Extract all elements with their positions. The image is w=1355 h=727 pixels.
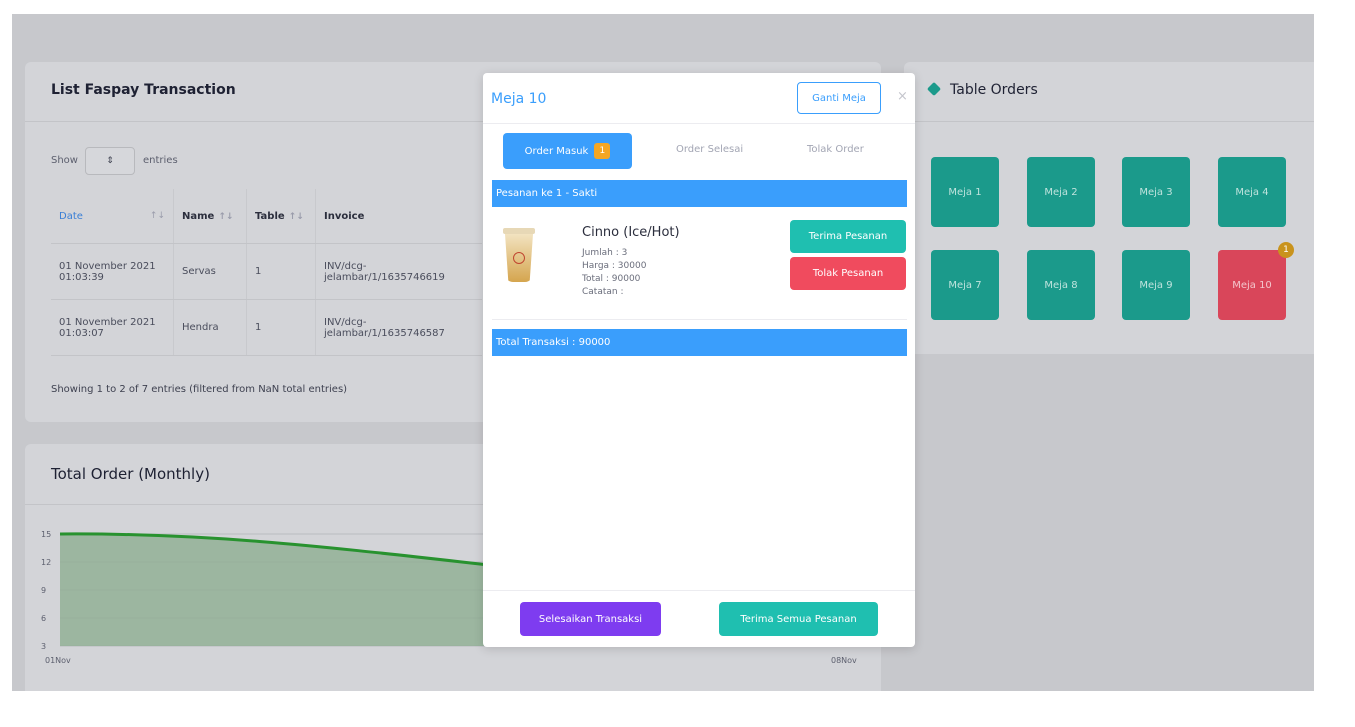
modal-title: Meja 10 bbox=[491, 91, 547, 107]
item-price: Harga : 30000 bbox=[582, 261, 647, 271]
table-tile-meja-4[interactable]: Meja 4 bbox=[1218, 157, 1286, 227]
table-tile-meja-2[interactable]: Meja 2 bbox=[1027, 157, 1095, 227]
column-name[interactable]: Name ↑↓ bbox=[173, 189, 247, 244]
cell-name: Servas bbox=[173, 243, 247, 300]
cell-table: 1 bbox=[246, 243, 316, 300]
y-tick-label: 6 bbox=[41, 614, 46, 623]
x-tick-label: 08Nov bbox=[831, 656, 857, 665]
column-invoice[interactable]: Invoice bbox=[315, 189, 482, 244]
table-row[interactable]: 01 November 2021 01:03:07 Hendra 1 INV/dc… bbox=[51, 299, 482, 356]
table-tile-meja-1[interactable]: Meja 1 bbox=[931, 157, 999, 227]
item-quantity: Jumlah : 3 bbox=[582, 248, 628, 258]
table-tile-meja-3[interactable]: Meja 3 bbox=[1122, 157, 1190, 227]
table-order-modal: Meja 10 Ganti Meja × Order Masuk 1 Order… bbox=[483, 73, 915, 647]
sort-icon: ↑↓ bbox=[149, 210, 165, 221]
page-length-select[interactable]: ⇕ bbox=[85, 147, 135, 175]
entries-label: entries bbox=[143, 155, 178, 166]
divider bbox=[492, 319, 907, 320]
transactions-title: List Faspay Transaction bbox=[51, 82, 236, 98]
item-total: Total : 90000 bbox=[582, 274, 641, 284]
order-header-bar: Pesanan ke 1 - Sakti bbox=[492, 180, 907, 207]
tab-tolak-order[interactable]: Tolak Order bbox=[807, 144, 864, 155]
divider bbox=[483, 123, 915, 124]
updown-icon: ⇕ bbox=[106, 156, 114, 166]
monthly-title: Total Order (Monthly) bbox=[51, 465, 210, 483]
finish-transaction-button[interactable]: Selesaikan Transaksi bbox=[520, 602, 661, 636]
tab-order-masuk[interactable]: Order Masuk 1 bbox=[503, 133, 632, 169]
show-label: Show bbox=[51, 155, 78, 166]
x-tick-label: 01Nov bbox=[45, 656, 71, 665]
sort-icon: ↑↓ bbox=[288, 211, 304, 222]
y-tick-label: 15 bbox=[41, 530, 51, 539]
product-image bbox=[503, 228, 535, 283]
column-date[interactable]: Date ↑↓ bbox=[51, 189, 174, 244]
change-table-button[interactable]: Ganti Meja bbox=[797, 82, 881, 114]
sort-icon: ↑↓ bbox=[218, 211, 234, 222]
y-tick-label: 12 bbox=[41, 558, 51, 567]
tab-order-selesai[interactable]: Order Selesai bbox=[676, 144, 743, 155]
order-count-badge: 1 bbox=[594, 143, 611, 159]
item-name: Cinno (Ice/Hot) bbox=[582, 225, 680, 240]
close-icon[interactable]: × bbox=[897, 89, 908, 104]
divider bbox=[483, 590, 915, 591]
total-transaction-bar: Total Transaksi : 90000 bbox=[492, 329, 907, 356]
transactions-table: Date ↑↓ Name ↑↓ Table ↑↓ Invoice 01 Novembe… bbox=[51, 189, 482, 356]
cell-date: 01 November 2021 01:03:07 bbox=[51, 299, 174, 356]
item-note: Catatan : bbox=[582, 287, 624, 297]
accept-all-button[interactable]: Terima Semua Pesanan bbox=[719, 602, 878, 636]
tab-order-masuk-label: Order Masuk bbox=[524, 145, 589, 157]
table-tile-meja-9[interactable]: Meja 9 bbox=[1122, 250, 1190, 320]
cell-invoice: INV/dcg-jelambar/1/1635746619 bbox=[315, 243, 482, 300]
cell-invoice: INV/dcg-jelambar/1/1635746587 bbox=[315, 299, 482, 356]
y-tick-label: 9 bbox=[41, 586, 46, 595]
cell-date: 01 November 2021 01:03:39 bbox=[51, 243, 174, 300]
table-orders-title: Table Orders bbox=[950, 82, 1038, 98]
divider bbox=[904, 121, 1314, 122]
table-header: Date ↑↓ Name ↑↓ Table ↑↓ Invoice bbox=[51, 189, 482, 244]
column-table[interactable]: Table ↑↓ bbox=[246, 189, 316, 244]
reject-order-button[interactable]: Tolak Pesanan bbox=[790, 257, 906, 290]
table-tile-meja-10[interactable]: Meja 10 bbox=[1218, 250, 1286, 320]
table-tile-meja-8[interactable]: Meja 8 bbox=[1027, 250, 1095, 320]
cell-name: Hendra bbox=[173, 299, 247, 356]
cell-table: 1 bbox=[246, 299, 316, 356]
table-order-badge: 1 bbox=[1278, 242, 1294, 258]
accept-order-button[interactable]: Terima Pesanan bbox=[790, 220, 906, 253]
cube-icon bbox=[926, 81, 942, 97]
y-tick-label: 3 bbox=[41, 642, 46, 651]
table-info: Showing 1 to 2 of 7 entries (filtered fr… bbox=[51, 384, 348, 395]
table-orders-card: Table Orders Meja 1 Meja 2 Meja 3 Meja 4… bbox=[904, 62, 1314, 354]
table-row[interactable]: 01 November 2021 01:03:39 Servas 1 INV/dc… bbox=[51, 243, 482, 300]
table-tile-meja-7[interactable]: Meja 7 bbox=[931, 250, 999, 320]
